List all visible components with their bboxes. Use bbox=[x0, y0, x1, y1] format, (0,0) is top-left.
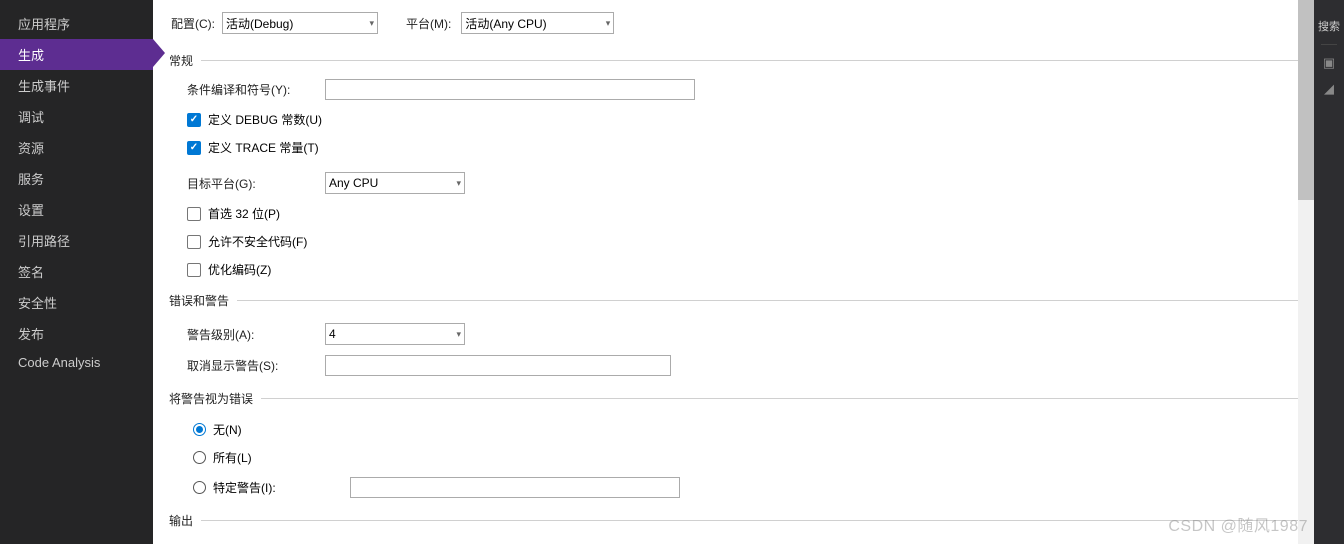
define-trace-label: 定义 TRACE 常量(T) bbox=[208, 139, 319, 156]
define-debug-label: 定义 DEBUG 常数(U) bbox=[208, 111, 322, 128]
treat-none-radio[interactable] bbox=[193, 423, 206, 436]
chart-icon[interactable]: ◢ bbox=[1324, 81, 1334, 97]
chevron-down-icon: ▾ bbox=[606, 18, 611, 29]
warning-level-value: 4 bbox=[329, 327, 336, 341]
warning-level-dropdown[interactable]: 4 ▾ bbox=[325, 323, 465, 345]
right-dock: 搜索 ▣ ◢ bbox=[1314, 0, 1344, 544]
platform-dropdown[interactable]: 活动(Any CPU) ▾ bbox=[461, 12, 614, 34]
content-area: 配置(C): 活动(Debug) ▾ 平台(M): 活动(Any CPU) ▾ … bbox=[153, 0, 1314, 544]
define-trace-checkbox[interactable]: ✓ bbox=[187, 141, 201, 155]
allow-unsafe-label: 允许不安全代码(F) bbox=[208, 233, 307, 250]
optimize-checkbox[interactable] bbox=[187, 263, 201, 277]
sidebar-item-debug[interactable]: 调试 bbox=[0, 101, 153, 132]
suppress-warnings-input[interactable] bbox=[325, 355, 671, 376]
sidebar-item-reference-paths[interactable]: 引用路径 bbox=[0, 225, 153, 256]
config-value: 活动(Debug) bbox=[226, 15, 293, 32]
vertical-scrollbar[interactable] bbox=[1298, 0, 1314, 544]
treat-specific-radio[interactable] bbox=[193, 481, 206, 494]
optimize-label: 优化编码(Z) bbox=[208, 261, 271, 278]
sidebar-item-publish[interactable]: 发布 bbox=[0, 318, 153, 349]
config-dropdown[interactable]: 活动(Debug) ▾ bbox=[222, 12, 378, 34]
right-search-label[interactable]: 搜索 bbox=[1318, 18, 1340, 34]
chevron-down-icon: ▾ bbox=[369, 18, 374, 29]
prefer-32bit-label: 首选 32 位(P) bbox=[208, 205, 280, 222]
treat-specific-input[interactable] bbox=[350, 477, 680, 498]
group-general: 常规 bbox=[169, 52, 1314, 69]
watermark: CSDN @随风1987 bbox=[1168, 512, 1308, 536]
sidebar-item-security[interactable]: 安全性 bbox=[0, 287, 153, 318]
conditional-compilation-label: 条件编译和符号(Y): bbox=[187, 81, 325, 98]
sidebar-item-settings[interactable]: 设置 bbox=[0, 194, 153, 225]
define-debug-checkbox[interactable]: ✓ bbox=[187, 113, 201, 127]
sidebar-item-build[interactable]: 生成 bbox=[0, 39, 153, 70]
sidebar-item-code-analysis[interactable]: Code Analysis bbox=[0, 349, 153, 376]
suppress-warnings-label: 取消显示警告(S): bbox=[187, 357, 325, 374]
treat-specific-label: 特定警告(I): bbox=[213, 479, 295, 496]
config-label: 配置(C): bbox=[171, 15, 217, 32]
target-platform-dropdown[interactable]: Any CPU ▾ bbox=[325, 172, 465, 194]
platform-value: 活动(Any CPU) bbox=[465, 15, 546, 32]
treat-none-label: 无(N) bbox=[213, 421, 242, 438]
platform-label: 平台(M): bbox=[406, 15, 453, 32]
panel-icon[interactable]: ▣ bbox=[1323, 55, 1335, 71]
treat-all-label: 所有(L) bbox=[213, 449, 252, 466]
treat-all-radio[interactable] bbox=[193, 451, 206, 464]
target-platform-label: 目标平台(G): bbox=[187, 175, 325, 192]
sidebar-item-resources[interactable]: 资源 bbox=[0, 132, 153, 163]
group-treat-warnings: 将警告视为错误 bbox=[169, 390, 1314, 407]
group-errors-warnings: 错误和警告 bbox=[169, 292, 1314, 309]
group-output: 输出 bbox=[169, 512, 1314, 529]
scrollbar-thumb[interactable] bbox=[1298, 0, 1314, 200]
target-platform-value: Any CPU bbox=[329, 176, 378, 190]
conditional-compilation-input[interactable] bbox=[325, 79, 695, 100]
config-platform-row: 配置(C): 活动(Debug) ▾ 平台(M): 活动(Any CPU) ▾ bbox=[153, 0, 1314, 44]
sidebar-item-build-events[interactable]: 生成事件 bbox=[0, 70, 153, 101]
prefer-32bit-checkbox[interactable] bbox=[187, 207, 201, 221]
sidebar-item-signing[interactable]: 签名 bbox=[0, 256, 153, 287]
sidebar: 应用程序 生成 生成事件 调试 资源 服务 设置 引用路径 签名 安全性 发布 … bbox=[0, 0, 153, 544]
chevron-down-icon: ▾ bbox=[456, 329, 461, 340]
chevron-down-icon: ▾ bbox=[456, 178, 461, 189]
sidebar-item-application[interactable]: 应用程序 bbox=[0, 8, 153, 39]
allow-unsafe-checkbox[interactable] bbox=[187, 235, 201, 249]
sidebar-item-services[interactable]: 服务 bbox=[0, 163, 153, 194]
warning-level-label: 警告级别(A): bbox=[187, 326, 325, 343]
